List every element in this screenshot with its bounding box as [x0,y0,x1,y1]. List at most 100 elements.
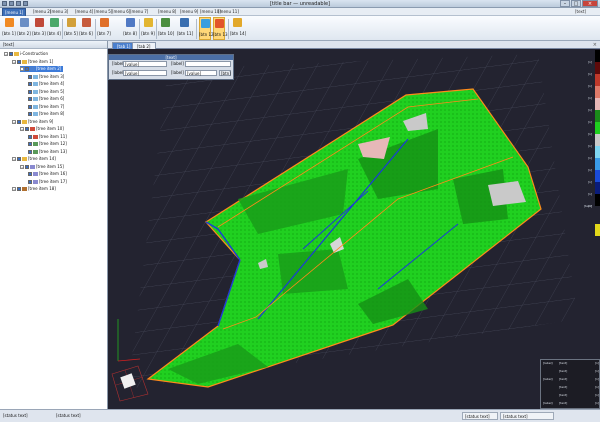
visibility-checkbox[interactable] [28,134,32,139]
ribbon-button-8[interactable]: [btn 8] [123,17,137,40]
close-tab-icon[interactable]: × [593,42,597,48]
doc-tab-2[interactable]: [tab 2] [132,42,156,49]
expand-toggle-icon[interactable]: − [12,187,16,191]
ribbon-button-2[interactable]: [btn 2] [17,17,31,40]
visibility-checkbox[interactable] [25,67,29,71]
tree-item[interactable]: [tree item 17] [28,179,67,185]
tree-item[interactable]: − [tree item 10] [20,126,64,132]
tree-item-label: [tree item 4] [39,81,65,86]
statistics-row: [label] [text] [n] [541,377,600,385]
legend-swatch [595,134,600,146]
minimize-button[interactable]: – [560,0,570,7]
tree-item[interactable]: [tree item 4] [28,81,64,87]
menu-tab-file[interactable]: [menu 1] [2,8,27,16]
visibility-checkbox[interactable] [28,97,32,101]
mesh-icon [33,179,38,184]
visibility-checkbox[interactable] [17,119,21,124]
menu-tab-11[interactable]: [menu 11] [216,8,241,16]
visibility-checkbox[interactable] [28,179,32,184]
import-icon [66,18,76,27]
export-icon [232,18,242,27]
legend-level-label: [n] [587,84,592,88]
expand-toggle-icon[interactable]: − [20,67,24,71]
visibility-checkbox[interactable] [28,149,32,154]
visibility-checkbox[interactable] [28,74,32,79]
ribbon-button-3[interactable]: [btn 3] [32,17,46,40]
tree-item[interactable]: [tree item 13] [28,149,67,155]
ribbon-button-6[interactable]: [btn 6] [79,17,93,40]
ribbon-button-10[interactable]: [btn 10] [158,17,174,40]
cross-section-icon [179,18,189,27]
panel-field[interactable]: [value] [185,70,217,76]
3d-view-area[interactable]: [tab 1] [tab 2] × [text] [label] [value]… [108,41,600,409]
legend-swatch [595,146,600,158]
color-map-icon [214,19,224,28]
ribbon-button-1[interactable]: [btn 1] [2,17,16,40]
visibility-checkbox[interactable] [25,127,29,131]
panel-field[interactable]: [value] [123,61,167,67]
ribbon-button-11[interactable]: [btn 11] [177,17,193,40]
menu-tab-8[interactable]: [menu 8] [156,8,178,16]
ribbon-button-9[interactable]: [btn 9] [141,17,155,40]
tree-item[interactable]: − [tree item 9] [12,119,53,125]
tree-item[interactable]: [tree item 6] [28,96,64,102]
visibility-checkbox[interactable] [9,52,13,56]
panel-select[interactable]: [value] [123,70,167,76]
tree-item[interactable]: − [tree item 1] [12,59,53,65]
visibility-checkbox[interactable] [25,164,29,169]
expand-toggle-icon[interactable]: − [20,164,24,169]
tree-item[interactable]: − [tree item 14] [12,156,56,162]
tree-item[interactable]: [tree item 5] [28,89,64,95]
tree-item[interactable]: − [tree item 18] [12,186,56,192]
tree-item[interactable]: [tree item 12] [28,141,67,147]
status-box[interactable]: [status text] [500,412,554,420]
visibility-checkbox[interactable] [28,142,32,146]
3d-viewport[interactable] [108,49,600,409]
tree-item[interactable]: − i-Construction [4,51,48,57]
ribbon-button-5[interactable]: [btn 5] [64,17,78,40]
close-button[interactable]: × [582,0,598,7]
title-bar: [title bar — unreadable] – □ × [0,0,600,8]
menu-tab-7[interactable]: [menu 7] [128,8,150,16]
visibility-checkbox[interactable] [28,172,32,176]
ribbon-button-color[interactable]: [btn 13] [213,17,229,40]
tree-item[interactable]: − [tree item 15] [20,164,64,170]
expand-toggle-icon[interactable]: − [4,52,8,56]
tree-item[interactable]: [tree item 8] [28,111,64,117]
statistics-text: [text] [559,393,568,397]
visibility-checkbox[interactable] [28,112,32,116]
visibility-checkbox[interactable] [28,104,32,109]
expand-toggle-icon[interactable]: − [12,59,16,64]
tree-item-label: [tree item 5] [39,88,65,94]
tree-item[interactable]: − [tree item 2] [20,66,64,72]
tree-item-label: [tree item 12] [39,141,67,146]
expand-toggle-icon[interactable]: − [12,157,16,161]
expand-toggle-icon[interactable]: − [20,127,24,131]
tree-item[interactable]: [tree item 3] [28,74,64,80]
panel-button[interactable]: [btn] [219,70,231,76]
visibility-checkbox[interactable] [17,157,21,161]
ribbon-separator [228,19,229,39]
statistics-table: [label] [text] [n] [text] [n] [label] [text] [n… [540,359,600,409]
ribbon-button-14[interactable]: [btn 14] [230,17,246,40]
legend-level-label: [n] [587,96,592,100]
ribbon-button-7[interactable]: [btn 7] [97,17,111,40]
status-box[interactable]: [status text] [462,412,498,420]
legend-swatch [595,182,600,194]
visibility-checkbox[interactable] [28,89,32,94]
statistics-value: [n] [594,385,599,389]
window-title: [title bar — unreadable] [269,1,331,7]
visibility-checkbox[interactable] [17,59,21,64]
ribbon-button-display[interactable]: [btn 12] [199,17,215,40]
visibility-checkbox[interactable] [17,187,21,191]
expand-toggle-icon[interactable]: − [12,119,16,124]
tree-item[interactable]: [tree item 11] [28,134,67,140]
visibility-checkbox[interactable] [28,82,32,86]
legend-swatch [595,170,600,182]
maximize-button[interactable]: □ [571,0,581,7]
tree-item[interactable]: [tree item 7] [28,104,64,110]
panel-field[interactable] [185,61,231,67]
menu-tab-3[interactable]: [menu 3] [48,8,70,16]
tree-item[interactable]: [tree item 16] [28,171,67,177]
ribbon-button-4[interactable]: [btn 4] [47,17,61,40]
